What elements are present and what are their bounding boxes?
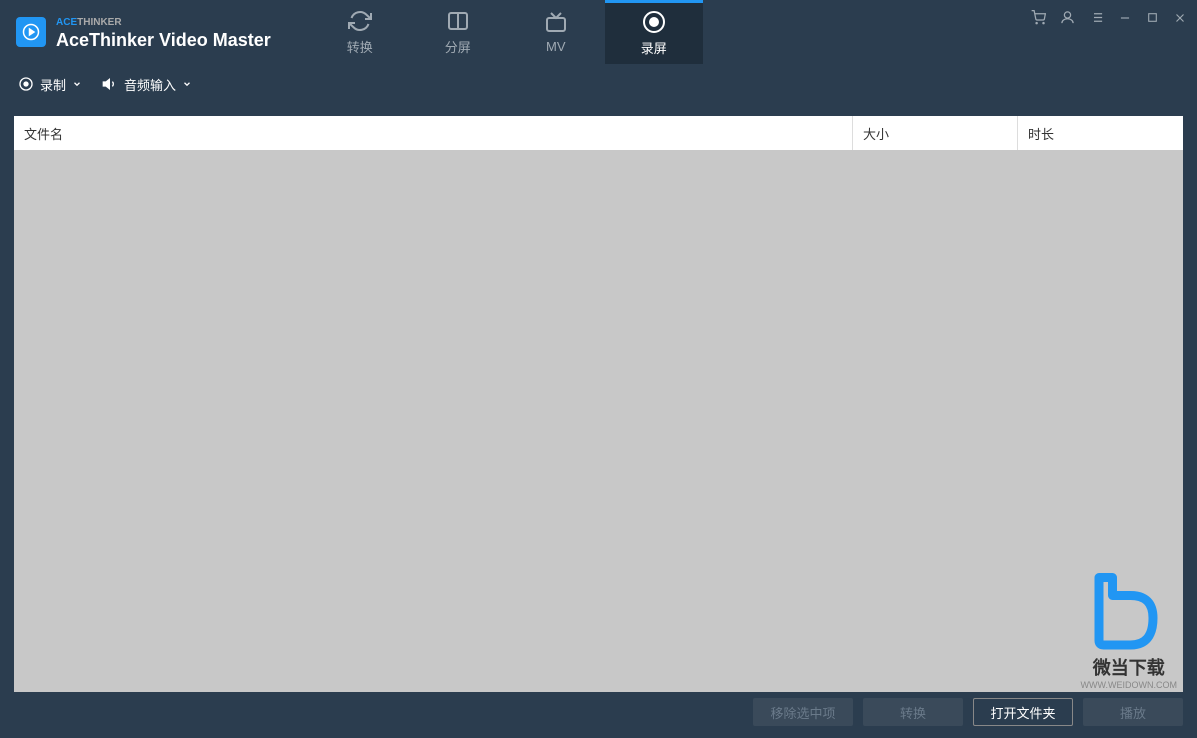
column-size[interactable]: 大小: [853, 116, 1018, 150]
tv-icon: [544, 11, 568, 35]
logo-section: ACETHINKER AceThinker Video Master: [0, 12, 271, 52]
app-logo-icon: [16, 17, 46, 47]
audio-input-label: 音频输入: [124, 75, 176, 94]
tab-record[interactable]: 录屏: [605, 0, 703, 64]
tab-record-label: 录屏: [641, 38, 667, 57]
record-label: 录制: [40, 75, 66, 94]
chevron-down-icon: [72, 79, 82, 89]
record-icon: [642, 10, 666, 34]
content-area: 文件名 大小 时长: [14, 116, 1183, 692]
column-duration[interactable]: 时长: [1018, 116, 1183, 150]
record-dot-icon: [18, 76, 34, 92]
window-controls: [1031, 10, 1187, 25]
chevron-down-icon: [182, 79, 192, 89]
open-folder-button[interactable]: 打开文件夹: [973, 698, 1073, 726]
refresh-icon: [348, 9, 372, 33]
tab-convert[interactable]: 转换: [311, 0, 409, 64]
sub-toolbar: 录制 音频输入: [0, 64, 1197, 104]
brand-text: ACETHINKER AceThinker Video Master: [56, 12, 271, 52]
menu-list-icon[interactable]: [1089, 10, 1104, 25]
play-button[interactable]: 播放: [1083, 698, 1183, 726]
close-icon[interactable]: [1173, 11, 1187, 25]
audio-input-dropdown[interactable]: 音频输入: [102, 75, 192, 94]
user-icon[interactable]: [1060, 10, 1075, 25]
tab-mv[interactable]: MV: [507, 0, 605, 64]
minimize-icon[interactable]: [1118, 11, 1132, 25]
brand-prefix: ACE: [56, 17, 77, 28]
header: ACETHINKER AceThinker Video Master 转换 分屏…: [0, 0, 1197, 64]
tab-mv-label: MV: [546, 39, 566, 54]
column-filename[interactable]: 文件名: [14, 116, 853, 150]
record-dropdown[interactable]: 录制: [18, 75, 82, 94]
convert-button[interactable]: 转换: [863, 698, 963, 726]
speaker-icon: [102, 76, 118, 92]
split-screen-icon: [446, 9, 470, 33]
maximize-icon[interactable]: [1146, 11, 1159, 24]
remove-selected-button[interactable]: 移除选中项: [753, 698, 853, 726]
nav-tabs: 转换 分屏 MV 录屏: [311, 0, 703, 64]
tab-convert-label: 转换: [347, 37, 373, 56]
brand-suffix: THINKER: [77, 17, 121, 28]
app-title: AceThinker Video Master: [56, 30, 271, 52]
table-header: 文件名 大小 时长: [14, 116, 1183, 150]
tab-split[interactable]: 分屏: [409, 0, 507, 64]
cart-icon[interactable]: [1031, 10, 1046, 25]
tab-split-label: 分屏: [445, 37, 471, 56]
footer: 移除选中项 转换 打开文件夹 播放: [753, 698, 1183, 726]
